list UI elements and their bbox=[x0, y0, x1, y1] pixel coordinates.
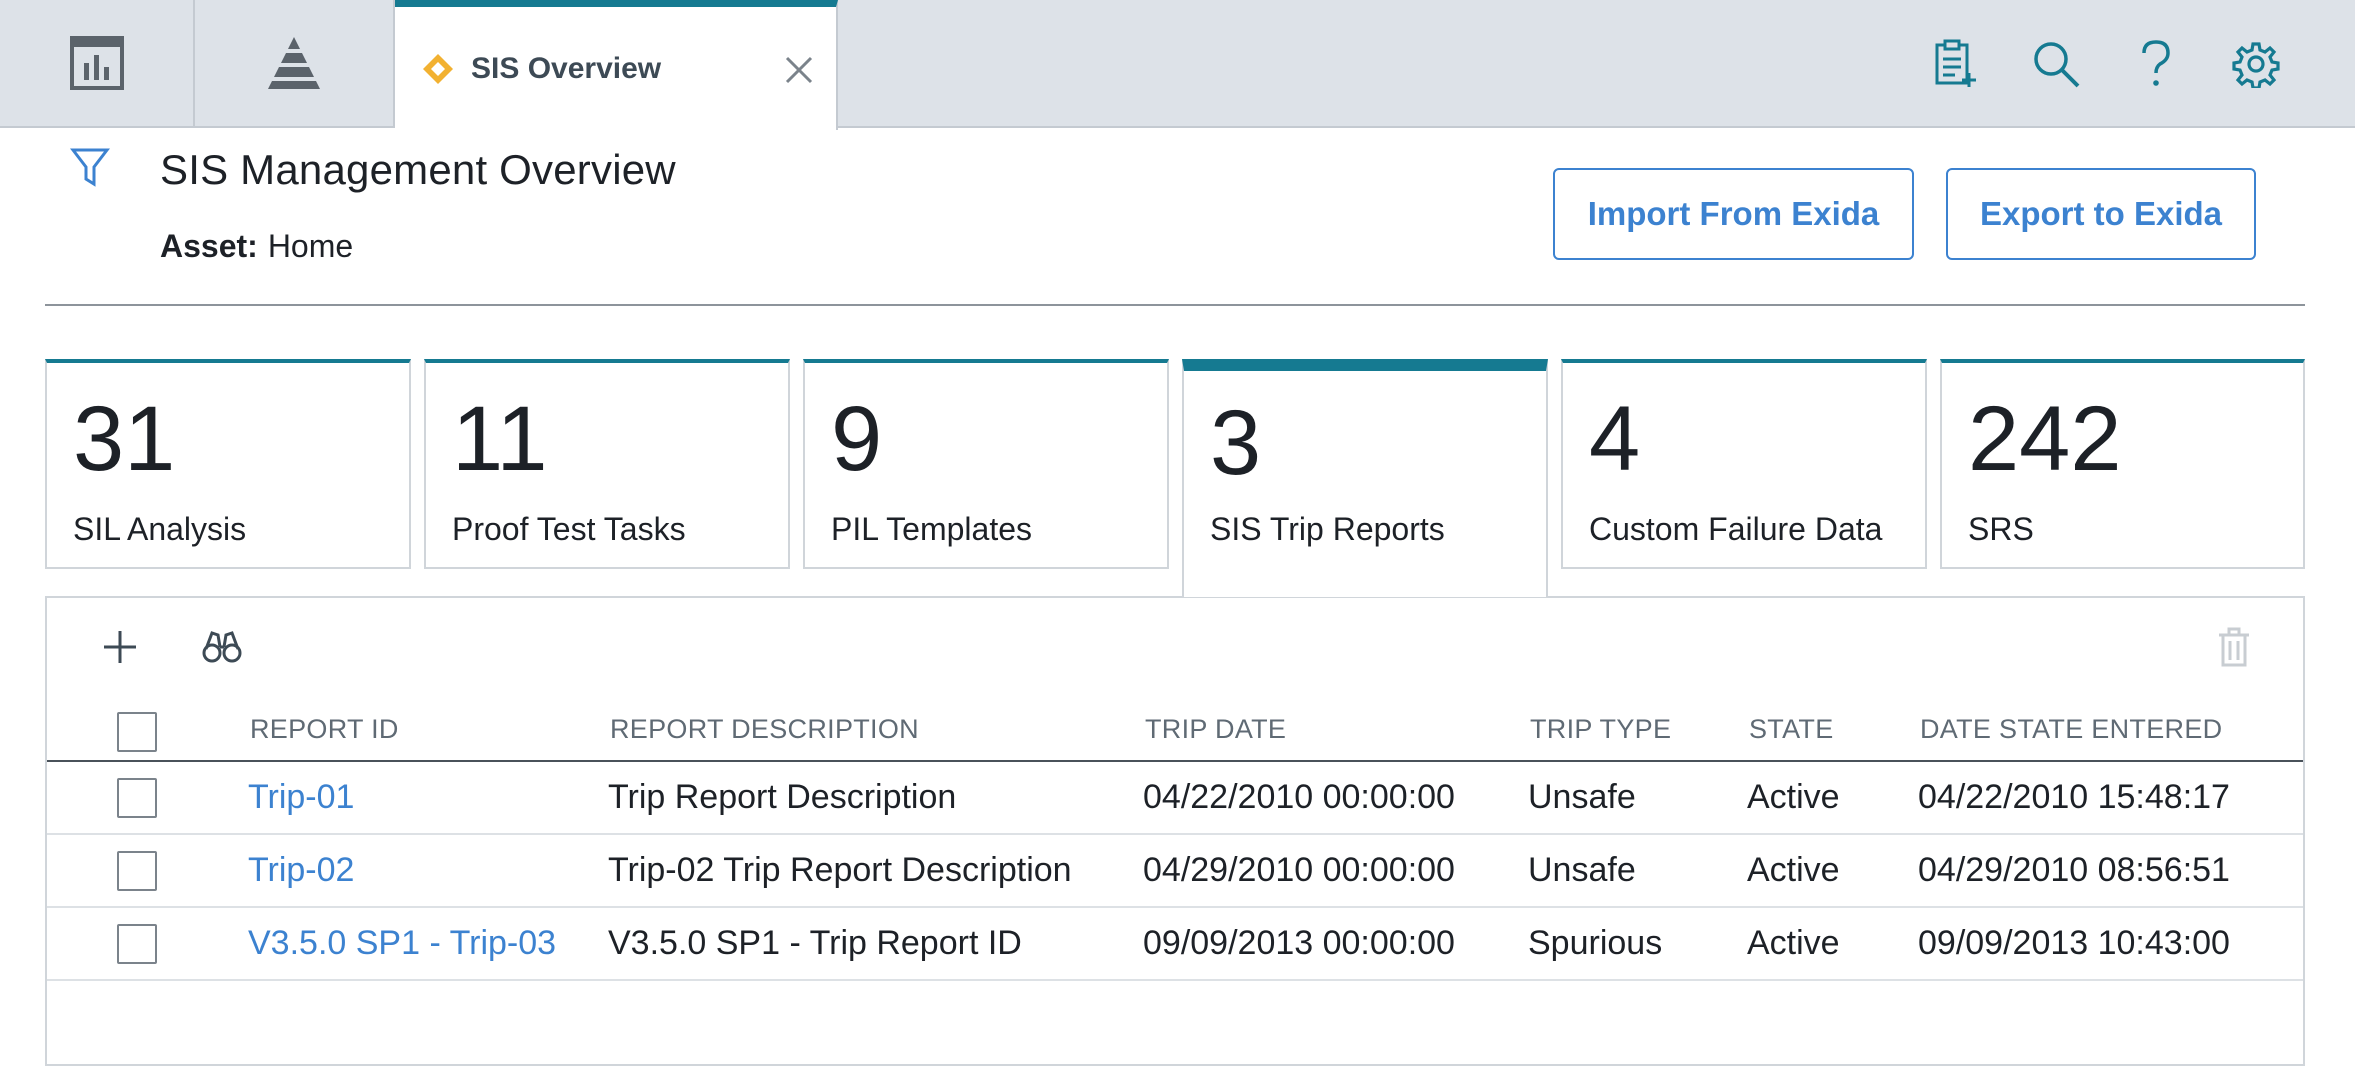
column-header-report-id[interactable]: REPORT ID bbox=[250, 714, 399, 745]
kpi-card-sil-analysis[interactable]: 31 SIL Analysis bbox=[45, 359, 411, 569]
find-button[interactable] bbox=[197, 622, 247, 672]
header-divider bbox=[45, 304, 2305, 306]
pyramid-tab[interactable] bbox=[195, 0, 395, 126]
settings-button[interactable] bbox=[2226, 34, 2286, 94]
trip-date: 04/22/2010 00:00:00 bbox=[1143, 778, 1455, 816]
pyramid-icon bbox=[268, 37, 320, 89]
search-icon bbox=[2034, 42, 2080, 88]
report-description: Trip-02 Trip Report Description bbox=[608, 851, 1072, 889]
trip-type: Unsafe bbox=[1528, 851, 1636, 889]
binoculars-icon bbox=[202, 631, 242, 663]
gear-icon bbox=[2232, 42, 2280, 88]
top-tab-bar: SIS Overview bbox=[0, 0, 2355, 130]
row-checkbox[interactable] bbox=[117, 851, 157, 891]
trip-reports-panel: REPORT ID REPORT DESCRIPTION TRIP DATE T… bbox=[45, 596, 2305, 1066]
trip-type: Unsafe bbox=[1528, 778, 1636, 816]
kpi-card-pil-templates[interactable]: 9 PIL Templates bbox=[803, 359, 1169, 569]
report-id-link[interactable]: Trip-02 bbox=[248, 851, 354, 890]
report-description: Trip Report Description bbox=[608, 778, 957, 816]
diamond-icon bbox=[415, 46, 461, 92]
kpi-value: 3 bbox=[1210, 392, 1262, 494]
row-checkbox[interactable] bbox=[117, 778, 157, 818]
state: Active bbox=[1747, 778, 1840, 816]
kpi-card-srs[interactable]: 242 SRS bbox=[1940, 359, 2305, 569]
tab-label: SIS Overview bbox=[471, 51, 662, 85]
date-state-entered: 04/29/2010 08:56:51 bbox=[1918, 851, 2230, 889]
add-button[interactable] bbox=[95, 622, 145, 672]
help-icon bbox=[2142, 40, 2170, 86]
kpi-label: PIL Templates bbox=[831, 511, 1032, 547]
table-row[interactable]: Trip-01 Trip Report Description 04/22/20… bbox=[47, 762, 2303, 835]
help-button[interactable] bbox=[2126, 34, 2186, 94]
column-header-date-state-entered[interactable]: DATE STATE ENTERED bbox=[1920, 714, 2222, 745]
asset-context: Asset: Home bbox=[160, 228, 353, 265]
kpi-label: Custom Failure Data bbox=[1589, 511, 1883, 547]
kpi-card-proof-test-tasks[interactable]: 11 Proof Test Tasks bbox=[424, 359, 790, 569]
clipboard-add-button[interactable] bbox=[1926, 34, 1986, 94]
asset-value: Home bbox=[267, 228, 354, 264]
trash-icon bbox=[2219, 627, 2249, 667]
kpi-value: 31 bbox=[73, 388, 176, 490]
kpi-card-sis-trip-reports[interactable]: 3 SIS Trip Reports bbox=[1182, 359, 1548, 597]
kpi-label: SIL Analysis bbox=[73, 511, 247, 547]
select-all-checkbox[interactable] bbox=[117, 712, 157, 752]
column-header-state[interactable]: STATE bbox=[1749, 714, 1834, 745]
tab-sis-overview[interactable]: SIS Overview bbox=[395, 0, 838, 130]
report-description: V3.5.0 SP1 - Trip Report ID bbox=[608, 924, 1022, 962]
trip-date: 09/09/2013 00:00:00 bbox=[1143, 924, 1455, 962]
filter-icon[interactable] bbox=[70, 146, 110, 190]
column-header-trip-date[interactable]: TRIP DATE bbox=[1145, 714, 1286, 745]
report-id-link[interactable]: V3.5.0 SP1 - Trip-03 bbox=[248, 924, 556, 963]
kpi-value: 4 bbox=[1589, 388, 1641, 490]
kpi-value: 242 bbox=[1968, 388, 2122, 490]
delete-button[interactable] bbox=[2209, 622, 2259, 672]
date-state-entered: 04/22/2010 15:48:17 bbox=[1918, 778, 2230, 816]
kpi-label: SIS Trip Reports bbox=[1210, 511, 1445, 547]
import-from-exida-button[interactable]: Import From Exida bbox=[1553, 168, 1914, 260]
table-row[interactable]: V3.5.0 SP1 - Trip-03 V3.5.0 SP1 - Trip R… bbox=[47, 908, 2303, 981]
kpi-label: Proof Test Tasks bbox=[452, 511, 686, 547]
export-to-exida-button[interactable]: Export to Exida bbox=[1946, 168, 2256, 260]
asset-label: Asset: bbox=[160, 228, 258, 264]
row-checkbox[interactable] bbox=[117, 924, 157, 964]
column-header-report-description[interactable]: REPORT DESCRIPTION bbox=[610, 714, 919, 745]
state: Active bbox=[1747, 851, 1840, 889]
date-state-entered: 09/09/2013 10:43:00 bbox=[1918, 924, 2230, 962]
close-icon[interactable] bbox=[784, 55, 814, 85]
clipboard-add-icon bbox=[1935, 39, 1976, 87]
kpi-value: 11 bbox=[452, 388, 548, 490]
trip-type: Spurious bbox=[1528, 924, 1663, 962]
page-title: SIS Management Overview bbox=[160, 146, 676, 193]
column-header-trip-type[interactable]: TRIP TYPE bbox=[1530, 714, 1671, 745]
dashboard-tab[interactable] bbox=[0, 0, 195, 126]
table-row[interactable]: Trip-02 Trip-02 Trip Report Description … bbox=[47, 835, 2303, 908]
kpi-card-custom-failure-data[interactable]: 4 Custom Failure Data bbox=[1561, 359, 1927, 569]
dashboard-icon bbox=[69, 36, 124, 90]
report-id-link[interactable]: Trip-01 bbox=[248, 778, 354, 817]
plus-icon bbox=[104, 631, 136, 663]
state: Active bbox=[1747, 924, 1840, 962]
trip-date: 04/29/2010 00:00:00 bbox=[1143, 851, 1455, 889]
kpi-label: SRS bbox=[1968, 511, 2034, 547]
kpi-value: 9 bbox=[831, 388, 883, 490]
search-button[interactable] bbox=[2026, 34, 2086, 94]
